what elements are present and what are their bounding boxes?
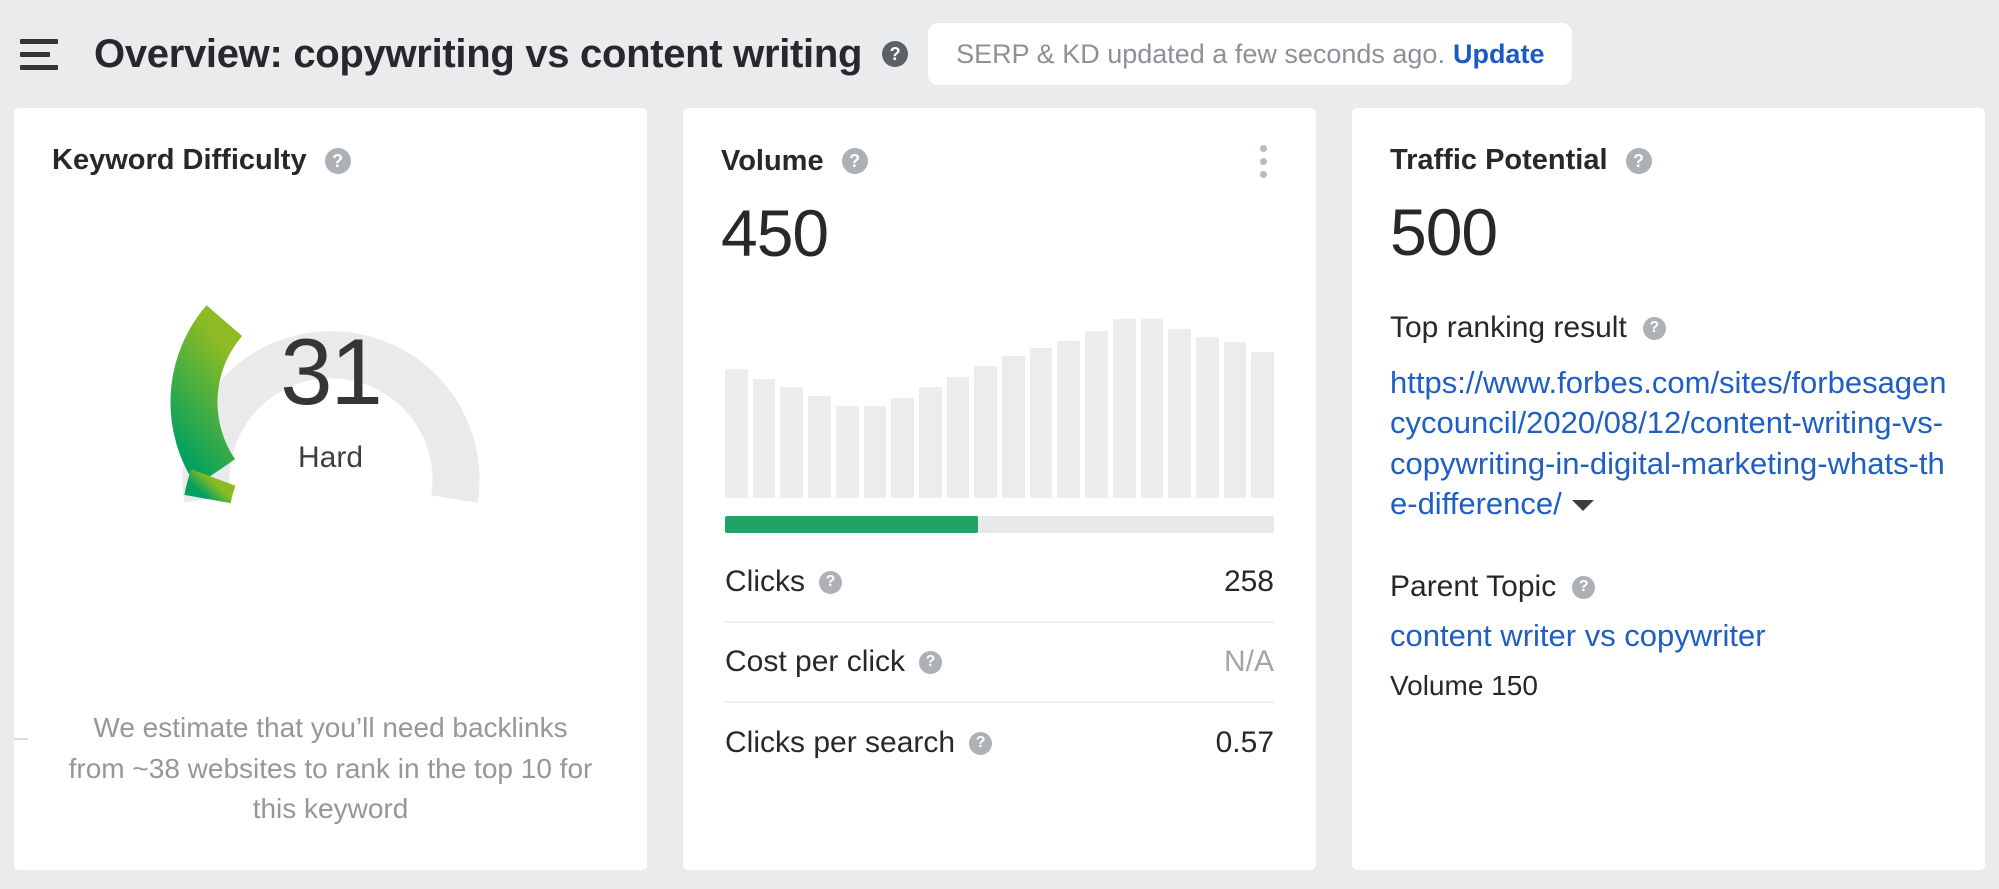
- hamburger-icon[interactable]: [20, 31, 66, 77]
- help-icon[interactable]: ?: [1572, 575, 1596, 599]
- metric-label: Cost per click?: [725, 645, 943, 679]
- volume-bar: [808, 396, 831, 498]
- keyword-difficulty-rating: Hard: [297, 441, 364, 474]
- hamburger-line: [20, 38, 58, 44]
- volume-bar: [1223, 342, 1247, 498]
- kebab-dot: [1259, 157, 1267, 165]
- volume-title: Volume: [721, 144, 824, 177]
- top-ranking-result-label: Top ranking result: [1390, 311, 1627, 344]
- kebab-dot: [1259, 144, 1267, 152]
- update-status-text: SERP & KD updated a few seconds ago.: [956, 38, 1445, 69]
- volume-bar: [1057, 340, 1081, 498]
- metric-row: Cost per click? N/A: [725, 623, 1274, 703]
- metric-label-text: Clicks: [725, 565, 805, 598]
- metric-label-text: Cost per click: [725, 645, 906, 678]
- traffic-potential-value: 500: [1390, 195, 1498, 269]
- volume-bar: [891, 398, 914, 498]
- top-ranking-result-url: https://www.forbes.com/sites/forbesagenc…: [1390, 365, 1947, 521]
- volume-value: 450: [721, 196, 829, 270]
- clicks-progress-bar: [725, 516, 1274, 533]
- parent-topic-link[interactable]: content writer vs copywriter: [1352, 604, 1985, 654]
- volume-header: Volume ?: [683, 108, 1316, 178]
- metric-row: Clicks? 258: [725, 543, 1274, 623]
- metric-label: Clicks per search?: [725, 726, 993, 760]
- volume-bar: [863, 405, 887, 498]
- parent-topic-volume: Volume 150: [1390, 670, 1538, 702]
- volume-bar: [974, 365, 998, 498]
- help-icon[interactable]: ?: [882, 41, 909, 67]
- sidebar-divider: [14, 738, 28, 740]
- volume-bar: [835, 405, 859, 498]
- help-icon[interactable]: ?: [819, 570, 842, 594]
- parent-topic-header: Parent Topic ?: [1352, 524, 1985, 604]
- help-icon[interactable]: ?: [919, 650, 943, 674]
- keyword-difficulty-title: Keyword Difficulty: [52, 144, 307, 176]
- keyword-difficulty-card: Keyword Difficulty ? 31 Hard We estimate…: [14, 108, 647, 870]
- volume-metrics-list: Clicks? 258 Cost per click? N/A Clicks per s…: [725, 543, 1274, 783]
- hamburger-line: [20, 51, 50, 57]
- help-icon[interactable]: ?: [969, 731, 993, 755]
- kebab-dot: [1259, 170, 1267, 178]
- help-icon[interactable]: ?: [324, 147, 351, 174]
- help-icon[interactable]: ?: [1642, 316, 1666, 340]
- hamburger-line: [20, 64, 58, 70]
- volume-card: Volume ? 450 Clicks? 258 Cost per click? N/…: [683, 108, 1316, 870]
- metric-value: 0.57: [1215, 726, 1274, 759]
- volume-bar: [1168, 329, 1191, 498]
- help-icon[interactable]: ?: [1625, 147, 1652, 174]
- app-header: Overview: copywriting vs content writing…: [0, 0, 1999, 108]
- update-status-pill: SERP & KD updated a few seconds ago. Upd…: [928, 23, 1573, 85]
- volume-bar: [918, 386, 942, 498]
- page-bottom-strip: [0, 870, 1999, 889]
- volume-bar: [780, 386, 804, 498]
- top-ranking-result-link[interactable]: https://www.forbes.com/sites/forbesagenc…: [1352, 345, 1985, 524]
- keyword-difficulty-gauge: 31 Hard: [121, 229, 541, 519]
- volume-bar: [725, 369, 748, 498]
- volume-bar: [1195, 336, 1219, 498]
- volume-bar: [752, 378, 776, 498]
- volume-bar: [1140, 319, 1164, 498]
- volume-bar: [946, 377, 970, 498]
- chevron-down-icon[interactable]: [1571, 500, 1594, 512]
- volume-bar: [1029, 348, 1053, 498]
- more-options-icon[interactable]: [1248, 144, 1278, 178]
- keyword-difficulty-header: Keyword Difficulty ?: [14, 108, 647, 177]
- metric-label-text: Clicks per search: [725, 726, 956, 759]
- metric-value: N/A: [1223, 645, 1274, 678]
- metric-value: 258: [1223, 565, 1274, 598]
- help-icon[interactable]: ?: [841, 148, 868, 174]
- traffic-potential-header: Traffic Potential ?: [1352, 108, 1985, 177]
- volume-bar-chart: [725, 306, 1275, 498]
- volume-bar: [1112, 319, 1136, 498]
- volume-bar: [1002, 355, 1025, 498]
- metric-label: Clicks?: [725, 565, 842, 599]
- cards-row: Keyword Difficulty ? 31 Hard We estimate…: [0, 108, 1999, 870]
- top-ranking-result-header: Top ranking result ?: [1352, 265, 1985, 345]
- traffic-potential-card: Traffic Potential ? 500 Top ranking resu…: [1352, 108, 1985, 870]
- parent-topic-label: Parent Topic: [1390, 570, 1557, 604]
- traffic-potential-title: Traffic Potential: [1390, 144, 1608, 176]
- keyword-difficulty-note: We estimate that you’ll need backlinks f…: [68, 712, 593, 825]
- clicks-progress-fill: [725, 516, 978, 533]
- page-title: Overview: copywriting vs content writing: [94, 31, 863, 76]
- volume-bar: [1251, 352, 1275, 498]
- update-link[interactable]: Update: [1453, 39, 1545, 70]
- volume-bar: [1085, 330, 1108, 498]
- keyword-difficulty-score: 31: [280, 319, 383, 424]
- metric-row: Clicks per search? 0.57: [725, 703, 1274, 783]
